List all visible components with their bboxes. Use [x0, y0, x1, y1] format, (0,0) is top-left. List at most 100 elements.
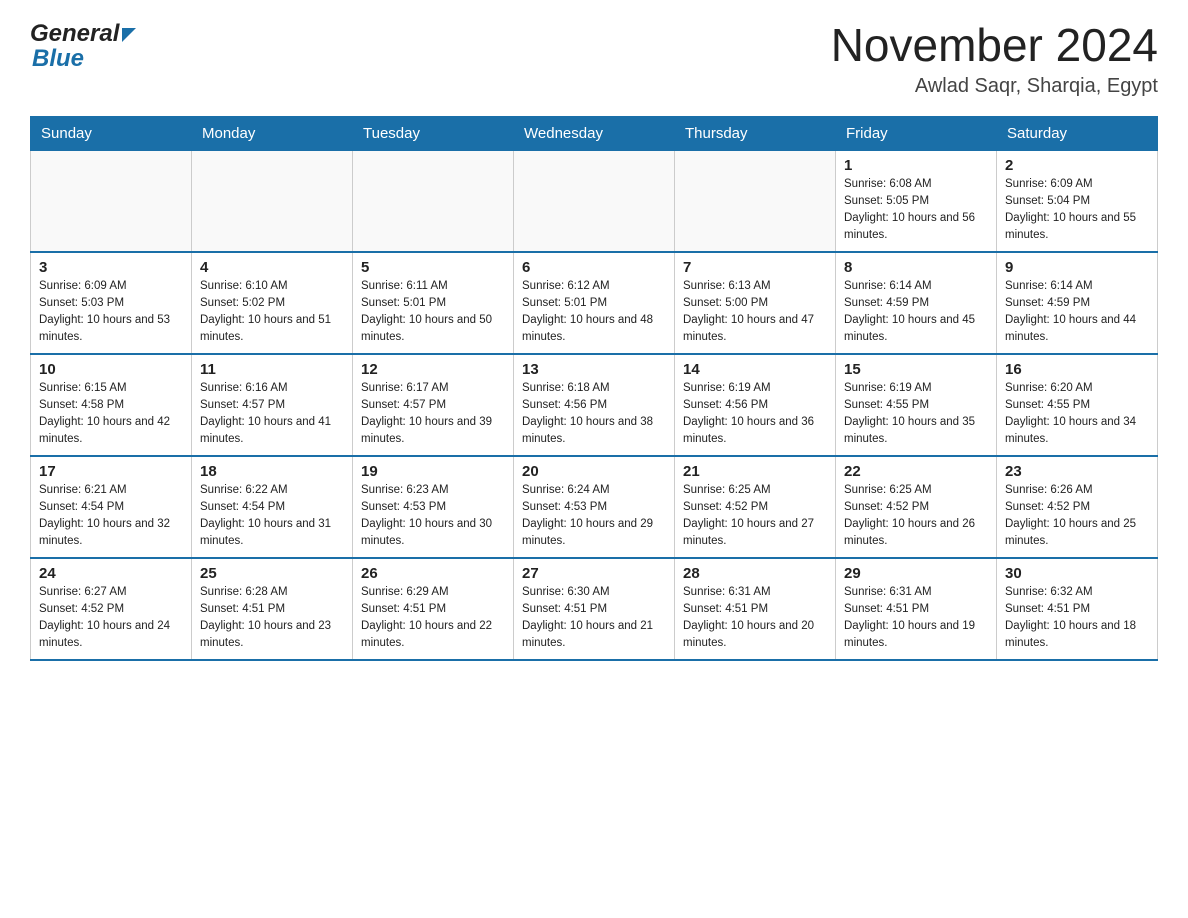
calendar-cell — [675, 150, 836, 252]
week-row-3: 10Sunrise: 6:15 AMSunset: 4:58 PMDayligh… — [31, 354, 1158, 456]
day-info: Sunrise: 6:18 AMSunset: 4:56 PMDaylight:… — [522, 380, 666, 449]
calendar-cell: 24 Sunrise: 6:27 AMSunset: 4:52 PMDayligh… — [31, 558, 192, 660]
day-info: Sunrise: 6:20 AMSunset: 4:55 PMDaylight:… — [1005, 380, 1149, 449]
calendar-cell: 27Sunrise: 6:30 AMSunset: 4:51 PMDayligh… — [514, 558, 675, 660]
week-row-1: 1Sunrise: 6:08 AMSunset: 5:05 PMDaylight… — [31, 150, 1158, 252]
week-row-5: 24 Sunrise: 6:27 AMSunset: 4:52 PMDayligh… — [31, 558, 1158, 660]
day-number: 7 — [683, 259, 827, 276]
calendar-cell — [192, 150, 353, 252]
calendar-cell: 1Sunrise: 6:08 AMSunset: 5:05 PMDaylight… — [836, 150, 997, 252]
logo-blue-text: Blue — [32, 45, 84, 73]
day-info: Sunrise: 6:14 AMSunset: 4:59 PMDaylight:… — [1005, 278, 1149, 347]
calendar-cell: 22Sunrise: 6:25 AMSunset: 4:52 PMDayligh… — [836, 456, 997, 558]
calendar-cell: 30 Sunrise: 6:32 AMSunset: 4:51 PMDayligh… — [997, 558, 1158, 660]
day-info: Sunrise: 6:19 AMSunset: 4:55 PMDaylight:… — [844, 380, 988, 449]
calendar-cell: 23Sunrise: 6:26 AMSunset: 4:52 PMDayligh… — [997, 456, 1158, 558]
calendar-cell: 26Sunrise: 6:29 AMSunset: 4:51 PMDayligh… — [353, 558, 514, 660]
col-header-sunday: Sunday — [31, 116, 192, 150]
day-info: Sunrise: 6:25 AMSunset: 4:52 PMDaylight:… — [844, 482, 988, 551]
calendar-cell: 3 Sunrise: 6:09 AMSunset: 5:03 PMDaylight… — [31, 252, 192, 354]
day-number: 25 — [200, 565, 344, 582]
calendar-cell — [353, 150, 514, 252]
day-info: Sunrise: 6:24 AMSunset: 4:53 PMDaylight:… — [522, 482, 666, 551]
calendar-cell: 4 Sunrise: 6:10 AMSunset: 5:02 PMDaylight… — [192, 252, 353, 354]
page-header: General Blue November 2024 Awlad Saqr, S… — [30, 20, 1158, 98]
calendar-cell: 29 Sunrise: 6:31 AMSunset: 4:51 PMDayligh… — [836, 558, 997, 660]
day-info: Sunrise: 6:14 AMSunset: 4:59 PMDaylight:… — [844, 278, 988, 347]
day-number: 30 — [1005, 565, 1149, 582]
calendar-cell: 13 Sunrise: 6:18 AMSunset: 4:56 PMDayligh… — [514, 354, 675, 456]
calendar-cell: 17Sunrise: 6:21 AMSunset: 4:54 PMDayligh… — [31, 456, 192, 558]
day-info: Sunrise: 6:09 AMSunset: 5:03 PMDaylight:… — [39, 278, 183, 347]
day-info: Sunrise: 6:28 AMSunset: 4:51 PMDaylight:… — [200, 584, 344, 653]
day-number: 5 — [361, 259, 505, 276]
day-number: 11 — [200, 361, 344, 378]
day-number: 6 — [522, 259, 666, 276]
day-number: 21 — [683, 463, 827, 480]
day-info: Sunrise: 6:17 AMSunset: 4:57 PMDaylight:… — [361, 380, 505, 449]
calendar-cell: 2 Sunrise: 6:09 AMSunset: 5:04 PMDaylight… — [997, 150, 1158, 252]
calendar-cell: 7 Sunrise: 6:13 AMSunset: 5:00 PMDaylight… — [675, 252, 836, 354]
day-info: Sunrise: 6:29 AMSunset: 4:51 PMDaylight:… — [361, 584, 505, 653]
calendar-cell: 14 Sunrise: 6:19 AMSunset: 4:56 PMDayligh… — [675, 354, 836, 456]
day-number: 17 — [39, 463, 183, 480]
logo-triangle-icon — [122, 28, 136, 42]
day-info: Sunrise: 6:11 AMSunset: 5:01 PMDaylight:… — [361, 278, 505, 347]
day-number: 12 — [361, 361, 505, 378]
day-number: 4 — [200, 259, 344, 276]
calendar-cell: 12 Sunrise: 6:17 AMSunset: 4:57 PMDayligh… — [353, 354, 514, 456]
calendar-cell: 5 Sunrise: 6:11 AMSunset: 5:01 PMDaylight… — [353, 252, 514, 354]
day-number: 8 — [844, 259, 988, 276]
day-info: Sunrise: 6:31 AMSunset: 4:51 PMDaylight:… — [683, 584, 827, 653]
day-info: Sunrise: 6:22 AMSunset: 4:54 PMDaylight:… — [200, 482, 344, 551]
day-info: Sunrise: 6:25 AMSunset: 4:52 PMDaylight:… — [683, 482, 827, 551]
col-header-tuesday: Tuesday — [353, 116, 514, 150]
day-info: Sunrise: 6:16 AMSunset: 4:57 PMDaylight:… — [200, 380, 344, 449]
logo-general-text: General — [30, 20, 119, 48]
calendar-cell: 8 Sunrise: 6:14 AMSunset: 4:59 PMDaylight… — [836, 252, 997, 354]
logo: General Blue — [30, 20, 136, 73]
week-row-4: 17Sunrise: 6:21 AMSunset: 4:54 PMDayligh… — [31, 456, 1158, 558]
calendar-cell: 9Sunrise: 6:14 AMSunset: 4:59 PMDaylight… — [997, 252, 1158, 354]
calendar-cell: 11 Sunrise: 6:16 AMSunset: 4:57 PMDayligh… — [192, 354, 353, 456]
day-number: 13 — [522, 361, 666, 378]
calendar-cell — [31, 150, 192, 252]
calendar-cell: 21 Sunrise: 6:25 AMSunset: 4:52 PMDayligh… — [675, 456, 836, 558]
day-info: Sunrise: 6:31 AMSunset: 4:51 PMDaylight:… — [844, 584, 988, 653]
col-header-friday: Friday — [836, 116, 997, 150]
day-info: Sunrise: 6:26 AMSunset: 4:52 PMDaylight:… — [1005, 482, 1149, 551]
day-number: 10 — [39, 361, 183, 378]
day-number: 18 — [200, 463, 344, 480]
day-number: 27 — [522, 565, 666, 582]
calendar-table: SundayMondayTuesdayWednesdayThursdayFrid… — [30, 116, 1158, 661]
day-info: Sunrise: 6:27 AMSunset: 4:52 PMDaylight:… — [39, 584, 183, 653]
col-header-monday: Monday — [192, 116, 353, 150]
day-number: 28 — [683, 565, 827, 582]
day-number: 2 — [1005, 157, 1149, 174]
month-title: November 2024 — [831, 20, 1158, 71]
day-number: 24 — [39, 565, 183, 582]
day-info: Sunrise: 6:10 AMSunset: 5:02 PMDaylight:… — [200, 278, 344, 347]
calendar-cell: 25 Sunrise: 6:28 AMSunset: 4:51 PMDayligh… — [192, 558, 353, 660]
day-info: Sunrise: 6:08 AMSunset: 5:05 PMDaylight:… — [844, 176, 988, 245]
day-number: 20 — [522, 463, 666, 480]
col-header-saturday: Saturday — [997, 116, 1158, 150]
calendar-cell: 10Sunrise: 6:15 AMSunset: 4:58 PMDayligh… — [31, 354, 192, 456]
day-number: 3 — [39, 259, 183, 276]
day-info: Sunrise: 6:19 AMSunset: 4:56 PMDaylight:… — [683, 380, 827, 449]
day-info: Sunrise: 6:32 AMSunset: 4:51 PMDaylight:… — [1005, 584, 1149, 653]
day-info: Sunrise: 6:09 AMSunset: 5:04 PMDaylight:… — [1005, 176, 1149, 245]
day-info: Sunrise: 6:12 AMSunset: 5:01 PMDaylight:… — [522, 278, 666, 347]
calendar-cell: 6 Sunrise: 6:12 AMSunset: 5:01 PMDaylight… — [514, 252, 675, 354]
col-header-wednesday: Wednesday — [514, 116, 675, 150]
calendar-header-row: SundayMondayTuesdayWednesdayThursdayFrid… — [31, 116, 1158, 150]
calendar-cell: 18 Sunrise: 6:22 AMSunset: 4:54 PMDayligh… — [192, 456, 353, 558]
day-number: 14 — [683, 361, 827, 378]
title-block: November 2024 Awlad Saqr, Sharqia, Egypt — [831, 20, 1158, 98]
location-title: Awlad Saqr, Sharqia, Egypt — [831, 75, 1158, 98]
day-number: 16 — [1005, 361, 1149, 378]
calendar-cell — [514, 150, 675, 252]
day-number: 29 — [844, 565, 988, 582]
day-info: Sunrise: 6:13 AMSunset: 5:00 PMDaylight:… — [683, 278, 827, 347]
day-number: 19 — [361, 463, 505, 480]
